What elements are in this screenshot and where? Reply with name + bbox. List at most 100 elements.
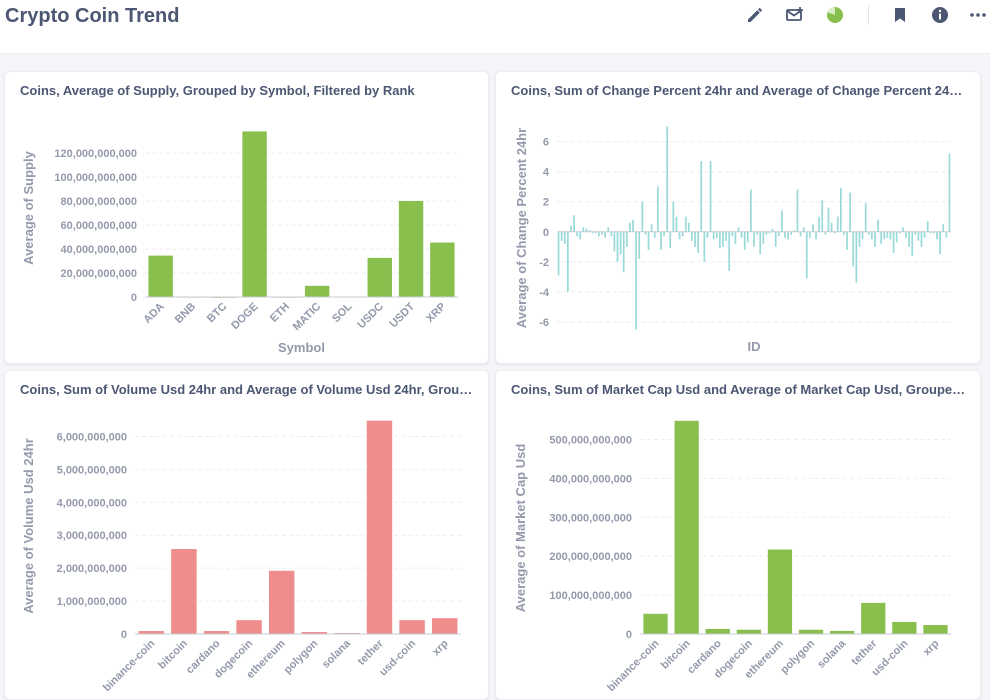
bar [920,231,923,247]
bar [736,629,761,634]
y-tick-label: 500,000,000,000 [549,434,632,446]
y-tick-label: 0 [543,227,549,239]
bar [660,231,662,250]
bar [787,231,789,240]
bar [712,231,715,240]
bar [684,216,687,232]
bar [653,231,656,238]
card-supply-by-symbol[interactable]: Coins, Average of Supply, Grouped by Sym… [4,71,489,364]
card-volume-usd[interactable]: Coins, Sum of Volume Usd 24hr and Averag… [4,370,489,700]
y-tick-label: -6 [539,317,549,329]
bar [635,231,637,330]
x-tick-label: xrp [921,637,942,658]
bar [567,231,569,292]
bar [700,161,703,232]
bar [694,231,696,247]
bar [604,231,606,238]
bar [926,221,929,232]
y-tick-label: 40,000,000,000 [61,244,137,256]
bar [830,222,833,232]
bar [743,231,746,250]
bar [767,549,793,634]
bar [796,189,799,232]
bar [582,227,585,232]
y-tick-label: 2,000,000,000 [57,563,127,575]
add-to-mail-icon[interactable] [784,4,806,26]
bar [399,620,425,634]
y-axis-title: Average of Volume Usd 24hr [21,438,36,614]
y-tick-label: 4 [543,167,550,179]
refresh-timer-icon[interactable] [824,4,846,26]
y-tick-label: 5,000,000,000 [57,464,127,476]
y-tick-label: 300,000,000,000 [549,512,632,524]
info-icon[interactable] [929,4,951,26]
bar [821,200,824,232]
bar [784,231,786,238]
bar [398,201,424,297]
bar [705,628,730,634]
bar [874,231,876,247]
bar [886,231,889,238]
bar [802,227,805,232]
bar [892,621,917,634]
x-tick-label: polygon [282,637,321,676]
x-tick-label: binance-coin [605,637,662,694]
y-axis-title: Average of Change Percent 24hr [514,128,529,328]
bar [629,222,631,232]
card-market-cap[interactable]: Coins, Sum of Market Cap Usd and Average… [495,370,981,700]
dashboard-header: Crypto Coin Trend [0,0,990,54]
x-axis-title: Symbol [278,340,325,355]
x-tick-label: BNB [173,301,198,326]
bar [678,231,681,240]
bar [625,231,628,247]
x-axis-title: ID [748,339,761,354]
x-tick-label: polygon [778,637,817,676]
x-tick-label: binance-coin [101,637,158,694]
bar [697,231,700,253]
bar [852,231,855,267]
volume-bar-chart: 0 1,000,000,000 2,000,000,000 3,000,000,000… [21,420,461,694]
bar [746,231,749,243]
x-tick-label: USDT [388,300,418,330]
x-tick-label: MATIC [291,301,324,334]
bar [666,126,668,232]
bar [737,227,740,232]
bookmark-icon[interactable] [889,4,911,26]
bar [719,231,721,249]
y-tick-label: 6 [543,137,549,149]
bar [762,231,765,244]
bar [942,224,945,232]
bar [805,231,808,279]
bar [945,231,948,238]
y-tick-label: 1,000,000,000 [57,596,127,608]
bar [939,231,941,255]
bar [171,549,197,634]
bar [236,620,262,634]
bar [774,231,777,247]
pencil-icon[interactable] [744,4,766,26]
bar [759,231,762,255]
bar [616,231,619,262]
bar [731,231,734,237]
bar [902,227,904,232]
y-tick-label: 3,000,000,000 [57,530,127,542]
bar [827,207,830,232]
bar [557,231,560,276]
card-change-percent[interactable]: Coins, Sum of Change Percent 24hr and Av… [495,71,981,364]
bar [579,231,582,240]
y-tick-label: 20,000,000,000 [61,268,137,280]
bar [656,186,659,232]
supply-bar-chart: 0 20,000,000,000 40,000,000,000 60,000,000,… [21,131,458,355]
y-tick-label: -2 [539,257,549,269]
bar [687,222,690,232]
bar [808,231,811,238]
bar [632,219,634,232]
bar [607,227,610,232]
bar [858,231,861,247]
more-options-icon[interactable] [967,4,989,26]
bar [734,231,737,244]
x-tick-label: tether [356,637,387,668]
y-tick-label: 200,000,000,000 [549,551,632,563]
bar [725,231,727,241]
change-percent-bar-chart: -6 -4 -2 0 2 4 6 Average of Change Percent 24hr… [514,126,951,354]
